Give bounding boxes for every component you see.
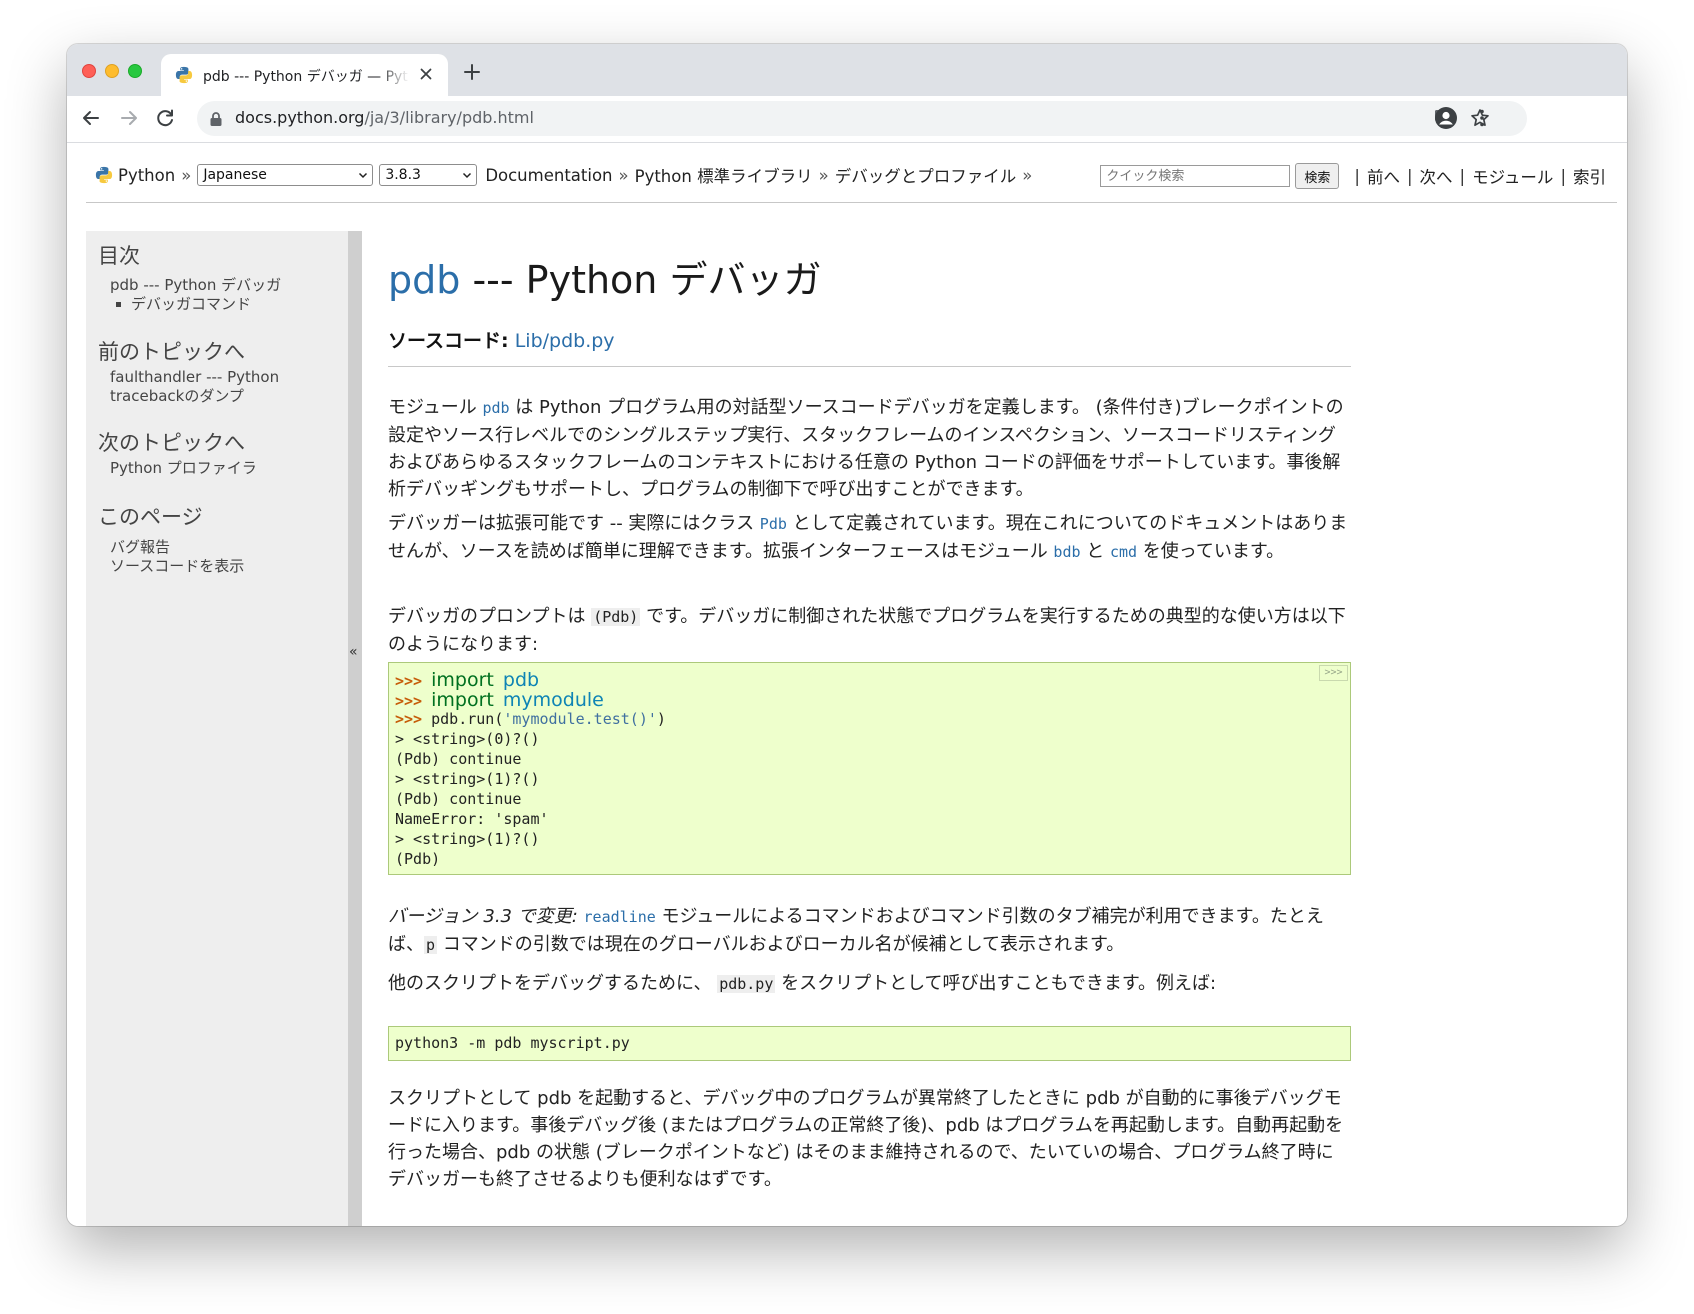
minimize-window-button[interactable] xyxy=(105,64,119,78)
command-example-block: python3 -m pdb myscript.py xyxy=(388,1026,1351,1061)
related-navigation-bar: Python » Japanese 3.8.3 Documentation » … xyxy=(86,157,1617,203)
divider xyxy=(388,366,1351,367)
code-output-line: (Pdb) xyxy=(395,850,441,868)
sidebar: 目次 pdb --- Python デバッガ デバッガコマンド 前のトピックへ … xyxy=(86,231,348,1226)
forward-arrow-icon[interactable] xyxy=(117,106,141,130)
prompt-paragraph: デバッガのプロンプトは (Pdb) です。デバッガに制御された状態でプログラムを… xyxy=(388,606,1346,655)
code-output-line: > <string>(0)?() xyxy=(395,730,540,748)
inline-code: (Pdb) xyxy=(591,608,641,626)
this-page-heading: このページ xyxy=(98,505,203,529)
breadcrumb-stdlib-link[interactable]: Python 標準ライブラリ xyxy=(635,163,813,187)
sidebar-collapse-button[interactable]: « xyxy=(348,231,362,1226)
tab-title: pdb --- Python デバッガ — Python xyxy=(203,69,409,85)
python-logo-icon xyxy=(95,166,113,184)
breadcrumb-debug-profile-link[interactable]: デバッグとプロファイル xyxy=(835,163,1017,187)
browser-toolbar: docs.python.org/ja/3/library/pdb.html G … xyxy=(67,96,1627,143)
lock-icon[interactable] xyxy=(209,111,223,127)
collapse-chevron-icon: « xyxy=(349,644,358,660)
close-window-button[interactable] xyxy=(82,64,96,78)
prev-topic-link-line1[interactable]: faulthandler --- Python xyxy=(110,367,279,387)
code-output-line: > <string>(1)?() xyxy=(395,830,540,848)
chevron-down-icon xyxy=(463,172,472,179)
back-arrow-icon[interactable] xyxy=(79,106,103,130)
version-select[interactable]: 3.8.3 xyxy=(379,164,478,186)
bug-report-link[interactable]: バグ報告 xyxy=(110,537,170,557)
breadcrumb-separator: » xyxy=(181,165,192,185)
zoom-window-button[interactable] xyxy=(128,64,142,78)
toc-heading: 目次 xyxy=(98,244,140,268)
inline-code: pdb.py xyxy=(717,975,776,993)
profile-avatar-icon[interactable] xyxy=(1434,106,1458,130)
tab-strip: pdb --- Python デバッガ — Python xyxy=(67,44,1627,96)
show-source-link[interactable]: ソースコードを表示 xyxy=(110,556,244,576)
quick-search-input[interactable] xyxy=(1100,165,1291,187)
address-bar[interactable]: docs.python.org/ja/3/library/pdb.html G … xyxy=(197,101,1527,136)
code-example-block: >>> >>> import pdb >>> import mymodule >… xyxy=(388,662,1351,875)
modules-link[interactable]: モジュール xyxy=(1472,164,1553,188)
page-title: pdb --- Python デバッガ xyxy=(388,258,822,302)
code-line: >>> import mymodule xyxy=(395,689,604,711)
breadcrumb: Python » Japanese 3.8.3 Documentation » … xyxy=(95,163,1038,187)
close-tab-icon[interactable] xyxy=(416,64,436,84)
web-page: Python » Japanese 3.8.3 Documentation » … xyxy=(67,143,1627,1226)
index-link[interactable]: 索引 xyxy=(1573,164,1606,188)
language-select[interactable]: Japanese xyxy=(197,164,374,186)
code-output-line: > <string>(1)?() xyxy=(395,770,540,788)
browser-window: pdb --- Python デバッガ — Python docs.python… xyxy=(67,44,1627,1226)
intro-paragraph: モジュール pdb は Python プログラム用の対話型ソースコードデバッガを… xyxy=(388,397,1344,500)
prev-link[interactable]: 前へ xyxy=(1367,164,1400,188)
title-module-link[interactable]: pdb xyxy=(388,258,460,302)
breadcrumb-documentation-link[interactable]: Documentation xyxy=(485,166,612,185)
new-tab-plus-icon[interactable] xyxy=(461,61,483,83)
code-output-line: (Pdb) continue xyxy=(395,790,522,808)
script-invocation-paragraph: 他のスクリプトをデバッグするために、 pdb.py をスクリプトとして呼び出すこ… xyxy=(388,973,1217,994)
reload-icon[interactable] xyxy=(153,106,177,130)
pdb-module-link[interactable]: pdb xyxy=(482,399,509,417)
pdb-class-link[interactable]: Pdb xyxy=(760,515,787,533)
code-line: python3 -m pdb myscript.py xyxy=(395,1034,630,1052)
postmortem-paragraph: スクリプトとして pdb を起動すると、デバッグ中のプログラムが異常終了したとき… xyxy=(388,1088,1344,1190)
toc-link-pdb[interactable]: pdb --- Python デバッガ xyxy=(110,275,281,295)
quick-links: 検索 | 前へ | 次へ | モジュール | 索引 xyxy=(1100,163,1606,189)
cmd-module-link[interactable]: cmd xyxy=(1110,543,1137,561)
next-link[interactable]: 次へ xyxy=(1420,164,1453,188)
bdb-module-link[interactable]: bdb xyxy=(1053,543,1080,561)
copy-prompt-toggle-button[interactable]: >>> xyxy=(1319,665,1348,681)
source-label: ソースコード: xyxy=(388,330,509,352)
next-topic-heading: 次のトピックへ xyxy=(98,431,245,455)
source-link[interactable]: Lib/pdb.py xyxy=(515,330,615,352)
breadcrumb-python-link[interactable]: Python xyxy=(118,166,175,185)
chevron-down-icon xyxy=(359,172,368,179)
inline-code: p xyxy=(424,936,438,954)
browser-tab-active[interactable]: pdb --- Python デバッガ — Python xyxy=(161,54,448,96)
prev-topic-link-line2[interactable]: tracebackのダンプ xyxy=(110,386,244,406)
browser-menu-kebab-icon[interactable] xyxy=(1470,106,1494,130)
toc-sublink-commands[interactable]: デバッガコマンド xyxy=(116,294,251,314)
prev-topic-heading: 前のトピックへ xyxy=(98,340,245,364)
source-code-line: ソースコード: Lib/pdb.py xyxy=(388,326,615,353)
search-button[interactable]: 検索 xyxy=(1295,163,1340,189)
readline-module-link[interactable]: readline xyxy=(584,908,656,926)
code-output-line: NameError: 'spam' xyxy=(395,810,549,828)
python-favicon-icon xyxy=(175,66,193,84)
code-line: >>> import pdb xyxy=(395,669,540,691)
url-text[interactable]: docs.python.org/ja/3/library/pdb.html xyxy=(235,108,534,127)
next-topic-link[interactable]: Python プロファイラ xyxy=(110,458,257,478)
code-line: >>> pdb.run('mymodule.test()') xyxy=(395,710,666,728)
code-output-line: (Pdb) continue xyxy=(395,750,522,768)
version-changed-paragraph: バージョン 3.3 で変更: readline モジュールによるコマンドおよびコ… xyxy=(388,906,1324,955)
bullet-icon xyxy=(116,302,121,307)
extensibility-paragraph: デバッガーは拡張可能です -- 実際にはクラス Pdb として定義されています。… xyxy=(388,513,1348,562)
